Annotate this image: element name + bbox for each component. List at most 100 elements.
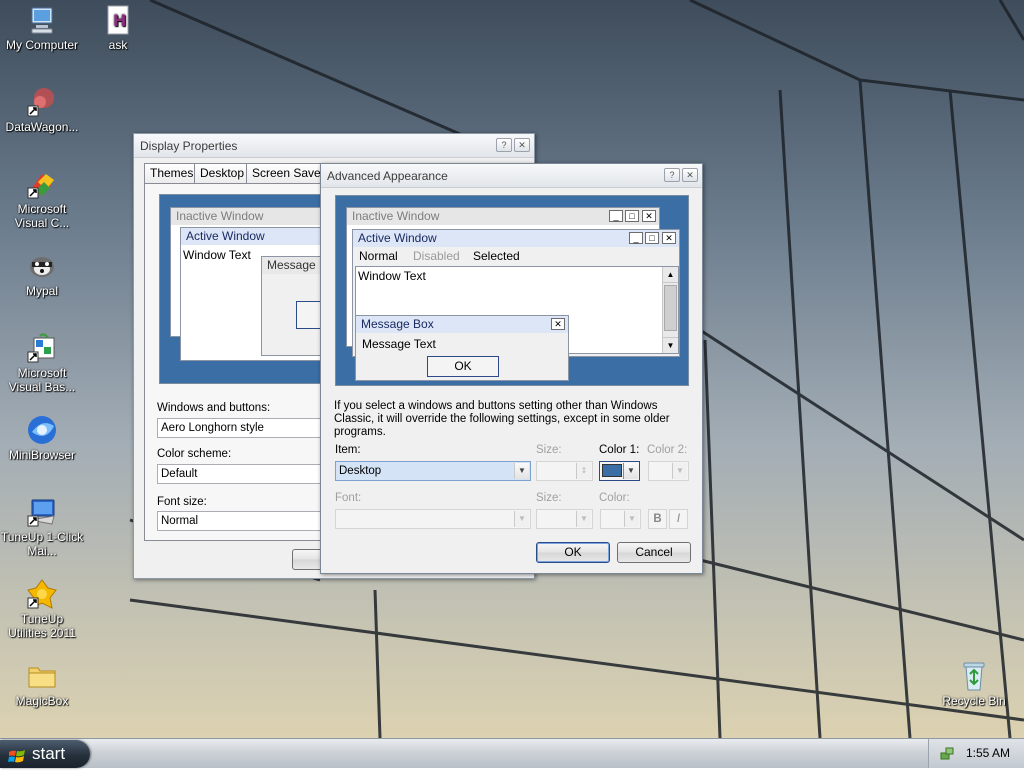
desktop-icon-visual-c[interactable]: Microsoft Visual C...	[0, 168, 84, 230]
preview-message-close-icon: ✕	[551, 318, 565, 330]
svg-text:H: H	[113, 11, 126, 30]
taskbar: start 1:55 AM	[0, 738, 1024, 768]
preview-message-title: Message Box	[356, 316, 568, 333]
clock[interactable]: 1:55 AM	[966, 746, 1010, 760]
desktop-icon-tuneup-utilities[interactable]: TuneUp Utilities 2011	[0, 578, 84, 640]
desktop-icon-magicbox[interactable]: MagicBox	[0, 660, 84, 708]
help-button[interactable]: ?	[496, 138, 512, 152]
cancel-button[interactable]: Cancel	[617, 542, 691, 563]
desktop-icon-label: TuneUp 1-Click Mai...	[0, 530, 84, 558]
desktop-icon-visual-basic[interactable]: Microsoft Visual Bas...	[0, 332, 84, 394]
font-select[interactable]: ▼	[335, 509, 531, 529]
font-label: Font:	[335, 492, 362, 504]
tab-themes[interactable]: Themes	[144, 163, 200, 183]
color-scheme-label: Color scheme:	[157, 448, 232, 460]
preview-menu-normal: Normal	[359, 249, 398, 263]
scroll-down-icon: ▼	[663, 337, 678, 353]
tuneup-icon	[26, 496, 58, 528]
color1-swatch	[602, 464, 622, 477]
font-size-label: Font size:	[157, 496, 207, 508]
start-button[interactable]: start	[0, 740, 90, 768]
item-label: Item:	[335, 444, 361, 456]
preview-close-icon: ✕	[642, 210, 656, 222]
desktop-icon-mypal[interactable]: Mypal	[0, 250, 84, 298]
item-select[interactable]: Desktop ▼	[335, 461, 531, 481]
desktop-icon-label: Recycle Bin	[942, 694, 1006, 708]
preview-scrollbar: ▲ ▼	[662, 267, 678, 353]
preview-window-text: Window Text	[183, 248, 251, 262]
start-label: start	[32, 744, 66, 763]
italic-button[interactable]: I	[669, 509, 688, 529]
desktop-icon-tuneup-1click[interactable]: TuneUp 1-Click Mai...	[0, 496, 84, 558]
close-icon: ✕	[518, 140, 526, 150]
desktop-icon-label: MiniBrowser	[8, 448, 75, 462]
scroll-thumb	[664, 285, 677, 331]
visual-basic-icon	[26, 332, 58, 364]
title-bar[interactable]: Display Properties ? ✕	[134, 134, 534, 158]
font-color-label: Color:	[599, 492, 630, 504]
preview-menu-disabled: Disabled	[413, 249, 460, 263]
chevron-down-icon: ▼	[514, 463, 529, 479]
preview-maximize-icon: □	[645, 232, 659, 244]
desktop-icon-datawagon[interactable]: DataWagon...	[0, 86, 84, 134]
font-color-button[interactable]: ▼	[600, 509, 641, 529]
preview-window-text: Window Text	[358, 269, 426, 283]
ok-button[interactable]: OK	[536, 542, 610, 563]
bold-button[interactable]: B	[648, 509, 667, 529]
scroll-up-icon: ▲	[663, 267, 678, 283]
chevron-down-icon: ▼	[672, 463, 687, 479]
mypal-icon	[26, 250, 58, 282]
windows-logo-icon	[8, 746, 26, 774]
item-select-value: Desktop	[339, 465, 382, 477]
desktop-icon-label: MagicBox	[15, 694, 69, 708]
preview-menu-bar: Normal Disabled Selected	[353, 247, 679, 265]
color2-button[interactable]: ▼	[648, 461, 689, 481]
title-bar[interactable]: Advanced Appearance ? ✕	[321, 164, 702, 188]
desktop-icon-ask[interactable]: H ask	[76, 4, 160, 52]
recycle-bin-icon	[958, 660, 990, 692]
preview-menu-selected: Selected	[473, 249, 520, 263]
datawagon-icon	[26, 86, 58, 118]
size-label: Size:	[536, 444, 562, 456]
preview-minimize-icon: _	[609, 210, 623, 222]
visual-c-icon	[26, 168, 58, 200]
desktop-icon-label: DataWagon...	[5, 120, 79, 134]
preview-message-text: Message Text	[362, 337, 436, 351]
close-button[interactable]: ✕	[682, 168, 698, 182]
spinner-icon: ⇕	[576, 463, 591, 479]
window-title: Advanced Appearance	[327, 169, 448, 183]
minibrowser-icon	[26, 414, 58, 446]
font-size-label: Size:	[536, 492, 562, 504]
network-icon[interactable]	[939, 745, 955, 764]
desktop-icon-label: Microsoft Visual Bas...	[8, 366, 76, 394]
desktop-icon-minibrowser[interactable]: MiniBrowser	[0, 414, 84, 462]
preview-message-box: Message Box ✕ Message Text OK	[355, 315, 569, 381]
close-button[interactable]: ✕	[514, 138, 530, 152]
advanced-preview: Inactive Window _ □ ✕ Active Window _ □ …	[335, 195, 689, 386]
chevron-down-icon: ▼	[576, 511, 591, 527]
desktop-icon-label: My Computer	[5, 38, 79, 52]
advanced-appearance-window: Advanced Appearance ? ✕ Inactive Window …	[320, 163, 703, 574]
tab-screen-saver[interactable]: Screen Saver	[246, 163, 331, 183]
help-button[interactable]: ?	[664, 168, 680, 182]
computer-icon	[26, 4, 58, 36]
preview-minimize-icon: _	[629, 232, 643, 244]
system-tray: 1:55 AM	[928, 739, 1024, 768]
desktop-icon-recycle-bin[interactable]: Recycle Bin	[932, 660, 1016, 708]
document-icon: H	[102, 4, 134, 36]
chevron-down-icon: ▼	[623, 463, 638, 479]
tuneup-utilities-icon	[26, 578, 58, 610]
tab-desktop[interactable]: Desktop	[194, 163, 251, 183]
chevron-down-icon: ▼	[514, 511, 529, 527]
info-text: If you select a windows and buttons sett…	[334, 400, 670, 438]
color1-button[interactable]: ▼	[599, 461, 640, 481]
chevron-down-icon: ▼	[624, 511, 639, 527]
desktop-icon-label: ask	[108, 38, 128, 52]
font-size-select[interactable]: ▼	[536, 509, 593, 529]
close-icon: ✕	[686, 170, 694, 180]
desktop-icon-my-computer[interactable]: My Computer	[0, 4, 84, 52]
desktop-icon-label: TuneUp Utilities 2011	[8, 612, 76, 640]
size-spinner[interactable]: ⇕	[536, 461, 593, 481]
desktop-icon-label: Microsoft Visual C...	[14, 202, 70, 230]
desktop-icon-label: Mypal	[25, 284, 58, 298]
